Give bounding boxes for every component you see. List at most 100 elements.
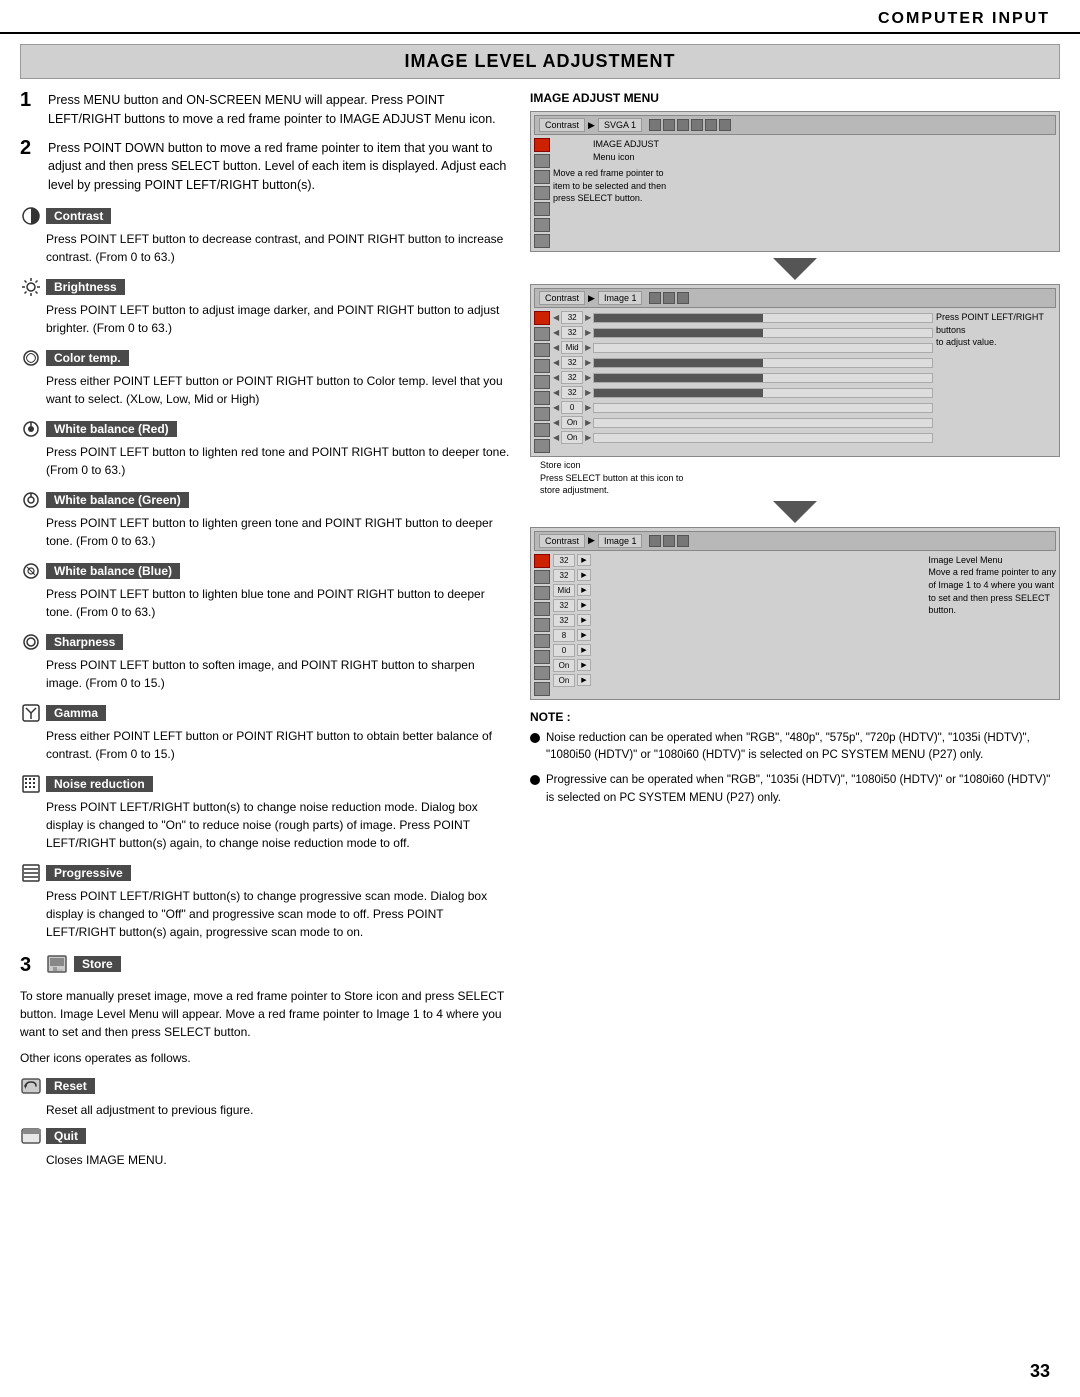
brightness-label: Brightness [46,279,125,295]
panel2-annotation: Press POINT LEFT/RIGHT buttonsto adjust … [936,311,1056,453]
step-1-number: 1 [20,89,40,129]
p3-extra-3: ▶ [577,599,591,611]
page-header: COMPUTER INPUT [0,0,1080,34]
note-title: NOTE : [530,710,1060,724]
si-6 [534,218,550,232]
top-bar-icons [649,119,731,131]
contrast-icon [20,205,42,227]
p3-extra-4: ▶ [577,614,591,626]
p3-si-9 [534,682,550,696]
si-2 [534,154,550,168]
p2-bar-7 [593,418,933,428]
panel3-data-row: 8 ▶ [553,629,925,642]
progressive-label: Progressive [46,865,131,881]
p2-ti-3 [677,292,689,304]
p3-si-1 [534,554,550,568]
panel3-data-row: 32 ▶ [553,569,925,582]
p2-bar-3 [593,358,933,368]
p2-val-0: 32 [561,311,583,324]
svga-tab: SVGA 1 [598,118,642,132]
page-number: 33 [1030,1361,1050,1382]
item-header-sharpness: Sharpness [20,631,510,653]
p3-val-6: 0 [553,644,575,657]
panel3-data-row: 32 ▶ [553,614,925,627]
contrast-label: Contrast [46,208,111,224]
panel2-image-tab: Image 1 [598,291,643,305]
panel-2: Contrast ▶ Image 1 [530,284,1060,457]
note-item-0: Noise reduction can be operated when "RG… [530,730,1060,765]
p3-val-2: Mid [553,584,575,597]
panel1-sidebar [534,138,550,248]
p2-si-1 [534,311,550,325]
step-1-text: Press MENU button and ON-SCREEN MENU wil… [48,91,510,129]
tb-icon-1 [649,119,661,131]
p2-ti-2 [663,292,675,304]
sharpness-label: Sharpness [46,634,123,650]
p2-ti-1 [649,292,661,304]
white-balance-blue-desc: Press POINT LEFT button to lighten blue … [46,585,510,621]
step3-text2: Other icons operates as follows. [20,1049,510,1067]
note-bullet-1 [530,775,540,785]
p2-bar-1 [593,328,933,338]
p3-val-4: 32 [553,614,575,627]
p2-si-5 [534,375,550,389]
store-annotation: Store icon Press SELECT button at this i… [540,459,1060,497]
panel3-data-row: 0 ▶ [553,644,925,657]
item-block-contrast: ContrastPress POINT LEFT button to decre… [20,205,510,266]
item-header-white-balance-blue: White balance (Blue) [20,560,510,582]
p3-si-8 [534,666,550,680]
note-text-0: Noise reduction can be operated when "RG… [546,730,1060,765]
p2-si-2 [534,327,550,341]
reset-text: Reset all adjustment to previous figure. [46,1101,510,1119]
p3-extra-0: ▶ [577,554,591,566]
item-block-color-temp: Color temp. Press either POINT LEFT butto… [20,347,510,408]
store-row: Store [46,953,121,975]
panel3-data-row: Mid ▶ [553,584,925,597]
panel2-rows: ◀ 32 ▶ ◀ 32 ▶ ◀ Mid ▶ ◀ 32 ▶ ◀ 32 ▶ ◀ 32… [553,311,933,453]
panel2-data-row: ◀ On ▶ [553,416,933,429]
p2-si-4 [534,359,550,373]
p2-si-7 [534,407,550,421]
white-balance-red-desc: Press POINT LEFT button to lighten red t… [46,443,510,479]
step-2-number: 2 [20,137,40,195]
sharpness-desc: Press POINT LEFT button to soften image,… [46,656,510,692]
panel3-data-row: On ▶ [553,674,925,687]
p3-si-7 [534,650,550,664]
step-3-number: 3 [20,954,40,977]
step-2: 2 Press POINT DOWN button to move a red … [20,139,510,195]
p2-si-9 [534,439,550,453]
panel3-contrast-tab: Contrast [539,534,585,548]
p3-val-8: On [553,674,575,687]
panel2-data-row: ◀ Mid ▶ [553,341,933,354]
panel2-contrast-tab: Contrast [539,291,585,305]
panel2-data-row: ◀ 32 ▶ [553,326,933,339]
step-3: 3 Store To s [20,953,510,1169]
item-block-gamma: GammaPress either POINT LEFT button or P… [20,702,510,763]
noise-reduction-label: Noise reduction [46,776,153,792]
brightness-icon [20,276,42,298]
top-bar-panel-1: Contrast ▶ SVGA 1 [534,115,1056,135]
panel-3: Contrast ▶ Image 1 [530,527,1060,700]
si-1 [534,138,550,152]
item-header-white-balance-red: White balance (Red) [20,418,510,440]
note-item-1: Progressive can be operated when "RGB", … [530,772,1060,807]
item-header-gamma: Gamma [20,702,510,724]
si-7 [534,234,550,248]
quit-icon [20,1125,42,1147]
color-temp-desc: Press either POINT LEFT button or POINT … [46,372,510,408]
gamma-label: Gamma [46,705,106,721]
item-header-contrast: Contrast [20,205,510,227]
panel2-top-bar: Contrast ▶ Image 1 [534,288,1056,308]
item-header-color-temp: Color temp. [20,347,510,369]
p3-extra-8: ▶ [577,674,591,686]
p3-ti-1 [649,535,661,547]
p2-si-8 [534,423,550,437]
store-label: Store [74,956,121,972]
color-temp-icon [20,347,42,369]
panel2-body: ◀ 32 ▶ ◀ 32 ▶ ◀ Mid ▶ ◀ 32 ▶ ◀ 32 ▶ ◀ 32… [534,311,1056,453]
white-balance-green-desc: Press POINT LEFT button to lighten green… [46,514,510,550]
p2-val-4: 32 [561,371,583,384]
panel2-sidebar [534,311,550,453]
panel2-data-row: ◀ 32 ▶ [553,371,933,384]
item-header-white-balance-green: White balance (Green) [20,489,510,511]
